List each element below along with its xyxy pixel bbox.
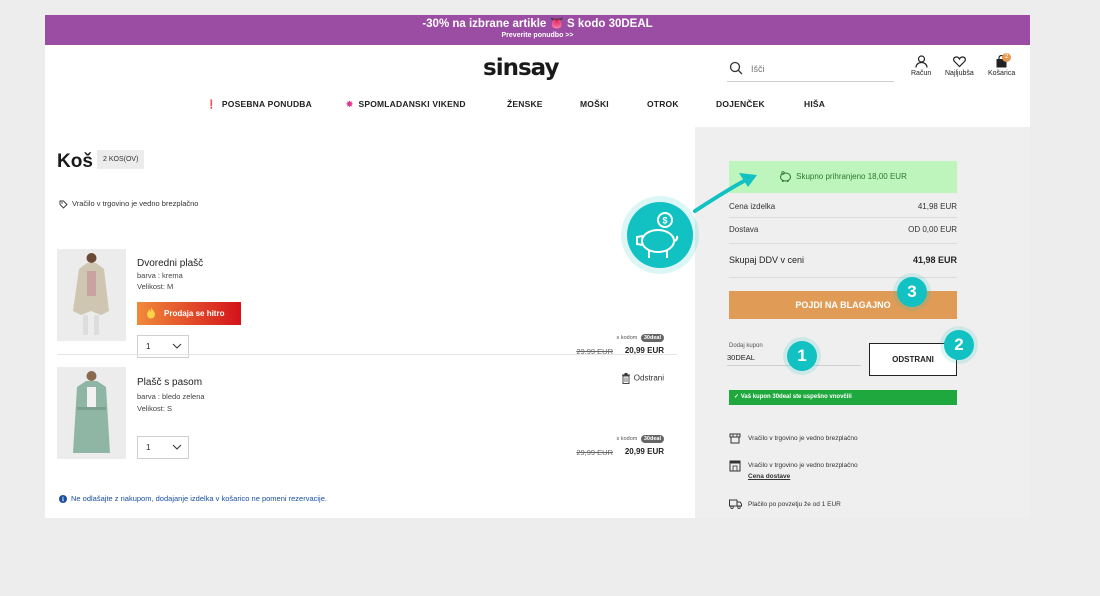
step-badge-2: 2: [944, 330, 974, 360]
arrow-line: [693, 176, 752, 213]
step-badge-3: 3: [897, 277, 927, 307]
coin-icon: $: [662, 216, 667, 226]
step-badge-1: 1: [787, 341, 817, 371]
tutorial-overlay: $: [621, 173, 757, 274]
piggy-bank-badge: [627, 202, 693, 268]
page-frame: -30% na izbrane artikle 👅 S kodo 30DEAL …: [45, 15, 1030, 518]
